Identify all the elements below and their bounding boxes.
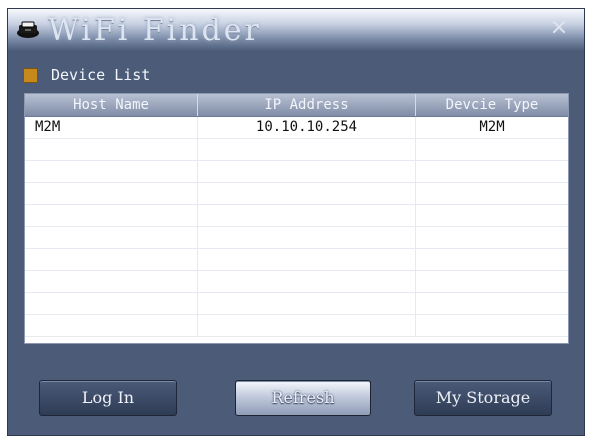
table-header-row: Host Name IP Address Devcie Type bbox=[25, 94, 568, 117]
cell-ip-address bbox=[198, 161, 416, 182]
column-header-device-type[interactable]: Devcie Type bbox=[416, 94, 568, 116]
cell-host-name bbox=[25, 161, 198, 182]
cell-host-name bbox=[25, 315, 198, 336]
cell-device-type bbox=[416, 161, 568, 182]
cell-device-type: M2M bbox=[479, 119, 505, 135]
table-row[interactable] bbox=[25, 271, 568, 293]
cell-host-name bbox=[25, 139, 198, 160]
device-list-label: Device List bbox=[51, 66, 151, 84]
cell-device-type bbox=[416, 249, 568, 270]
device-list-table[interactable]: Host Name IP Address Devcie Type M2M 10.… bbox=[24, 93, 569, 344]
cell-device-type bbox=[416, 139, 568, 160]
refresh-button[interactable]: Refresh bbox=[235, 380, 371, 416]
cell-device-type bbox=[416, 293, 568, 314]
table-row[interactable] bbox=[25, 293, 568, 315]
device-list-header: Device List bbox=[23, 66, 150, 84]
cell-host-name bbox=[25, 249, 198, 270]
cell-host-name bbox=[25, 183, 198, 204]
window-title: WiFi Finder bbox=[48, 13, 262, 48]
cell-host-name bbox=[25, 205, 198, 226]
wifi-finder-window: WiFi Finder × Device List Host Name IP A… bbox=[7, 8, 585, 436]
cell-ip-address bbox=[198, 293, 416, 314]
close-icon[interactable]: × bbox=[548, 17, 570, 39]
cell-host-name: M2M bbox=[25, 117, 198, 138]
table-row[interactable]: M2M 10.10.10.254 M2M bbox=[25, 117, 568, 139]
table-row[interactable] bbox=[25, 205, 568, 227]
my-storage-button[interactable]: My Storage bbox=[414, 380, 552, 416]
cell-device-type bbox=[416, 205, 568, 226]
cell-ip-address: 10.10.10.254 bbox=[198, 117, 416, 138]
cell-device-type bbox=[416, 183, 568, 204]
table-body: M2M 10.10.10.254 M2M bbox=[25, 117, 568, 337]
cell-device-type bbox=[416, 227, 568, 248]
cell-host-name bbox=[25, 271, 198, 292]
cell-ip-address bbox=[198, 315, 416, 336]
cell-ip-address bbox=[198, 139, 416, 160]
table-row[interactable] bbox=[25, 161, 568, 183]
column-header-ip-address[interactable]: IP Address bbox=[198, 94, 416, 116]
cell-host-name bbox=[25, 293, 198, 314]
table-row[interactable] bbox=[25, 227, 568, 249]
cell-device-type bbox=[416, 271, 568, 292]
cell-ip-address bbox=[198, 183, 416, 204]
cell-device-type bbox=[416, 315, 568, 336]
cell-ip-address bbox=[198, 249, 416, 270]
table-row[interactable] bbox=[25, 139, 568, 161]
log-in-button[interactable]: Log In bbox=[39, 380, 177, 416]
table-row[interactable] bbox=[25, 183, 568, 205]
title-bar[interactable]: WiFi Finder × bbox=[8, 9, 584, 51]
table-row[interactable] bbox=[25, 315, 568, 337]
folder-icon bbox=[23, 67, 38, 83]
column-header-host-name[interactable]: Host Name bbox=[25, 94, 198, 116]
cell-ip-address bbox=[198, 227, 416, 248]
router-icon bbox=[17, 21, 39, 38]
cell-host-name bbox=[25, 227, 198, 248]
cell-ip-address bbox=[198, 271, 416, 292]
table-row[interactable] bbox=[25, 249, 568, 271]
cell-ip-address bbox=[198, 205, 416, 226]
